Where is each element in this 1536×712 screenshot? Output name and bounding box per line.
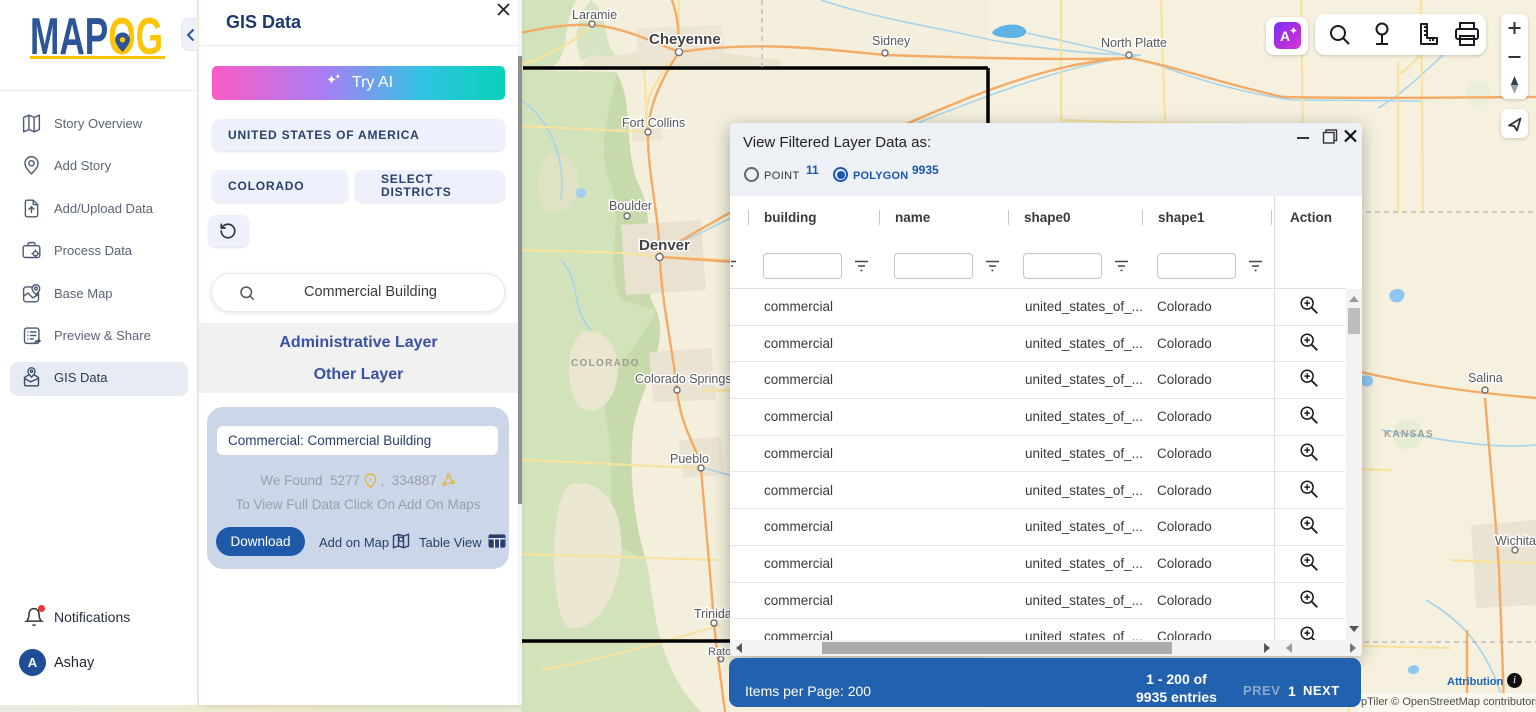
svg-text:Wichita: Wichita [1495,534,1536,548]
svg-text:A: A [1280,28,1290,44]
svg-text:COLORADO: COLORADO [571,358,640,369]
svg-text:KANSAS: KANSAS [1384,429,1434,440]
svg-text:Laramie: Laramie [572,8,617,22]
svg-text:North Platte: North Platte [1101,36,1167,50]
svg-text:Fort Collins: Fort Collins [622,116,685,130]
svg-text:Colorado Springs: Colorado Springs [635,372,732,386]
svg-text:MAPOG: MAPOG [30,14,163,60]
svg-text:Sidney: Sidney [872,34,911,48]
svg-text:Salina: Salina [1468,371,1503,385]
svg-text:Boulder: Boulder [609,199,652,213]
svg-text:Denver: Denver [639,237,690,254]
svg-text:Pueblo: Pueblo [670,452,709,466]
svg-text:Cheyenne: Cheyenne [649,31,721,48]
